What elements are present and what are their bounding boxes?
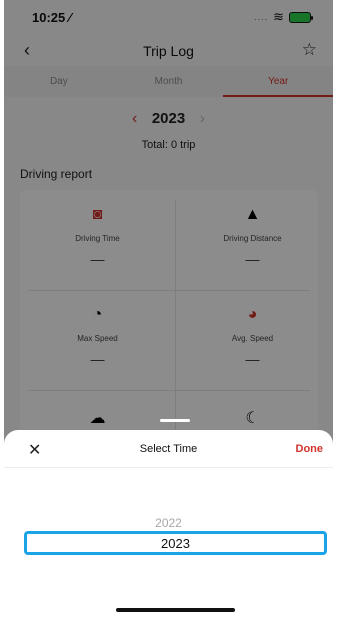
picker-selected-option[interactable]: 2023 <box>24 531 327 555</box>
sheet-header: ✕ Select Time Done <box>4 430 333 468</box>
picker-option[interactable]: 2022 <box>4 516 333 530</box>
select-time-sheet: ✕ Select Time Done 2022 2023 <box>4 430 333 617</box>
sheet-grabber[interactable] <box>160 419 190 422</box>
done-button[interactable]: Done <box>296 443 324 455</box>
home-indicator <box>116 608 235 612</box>
sheet-title: Select Time <box>139 443 198 455</box>
phone-screen: 10:25 ⁄ .... ≋ ‹ Trip Log ☆ Day Month Ye… <box>4 0 333 617</box>
